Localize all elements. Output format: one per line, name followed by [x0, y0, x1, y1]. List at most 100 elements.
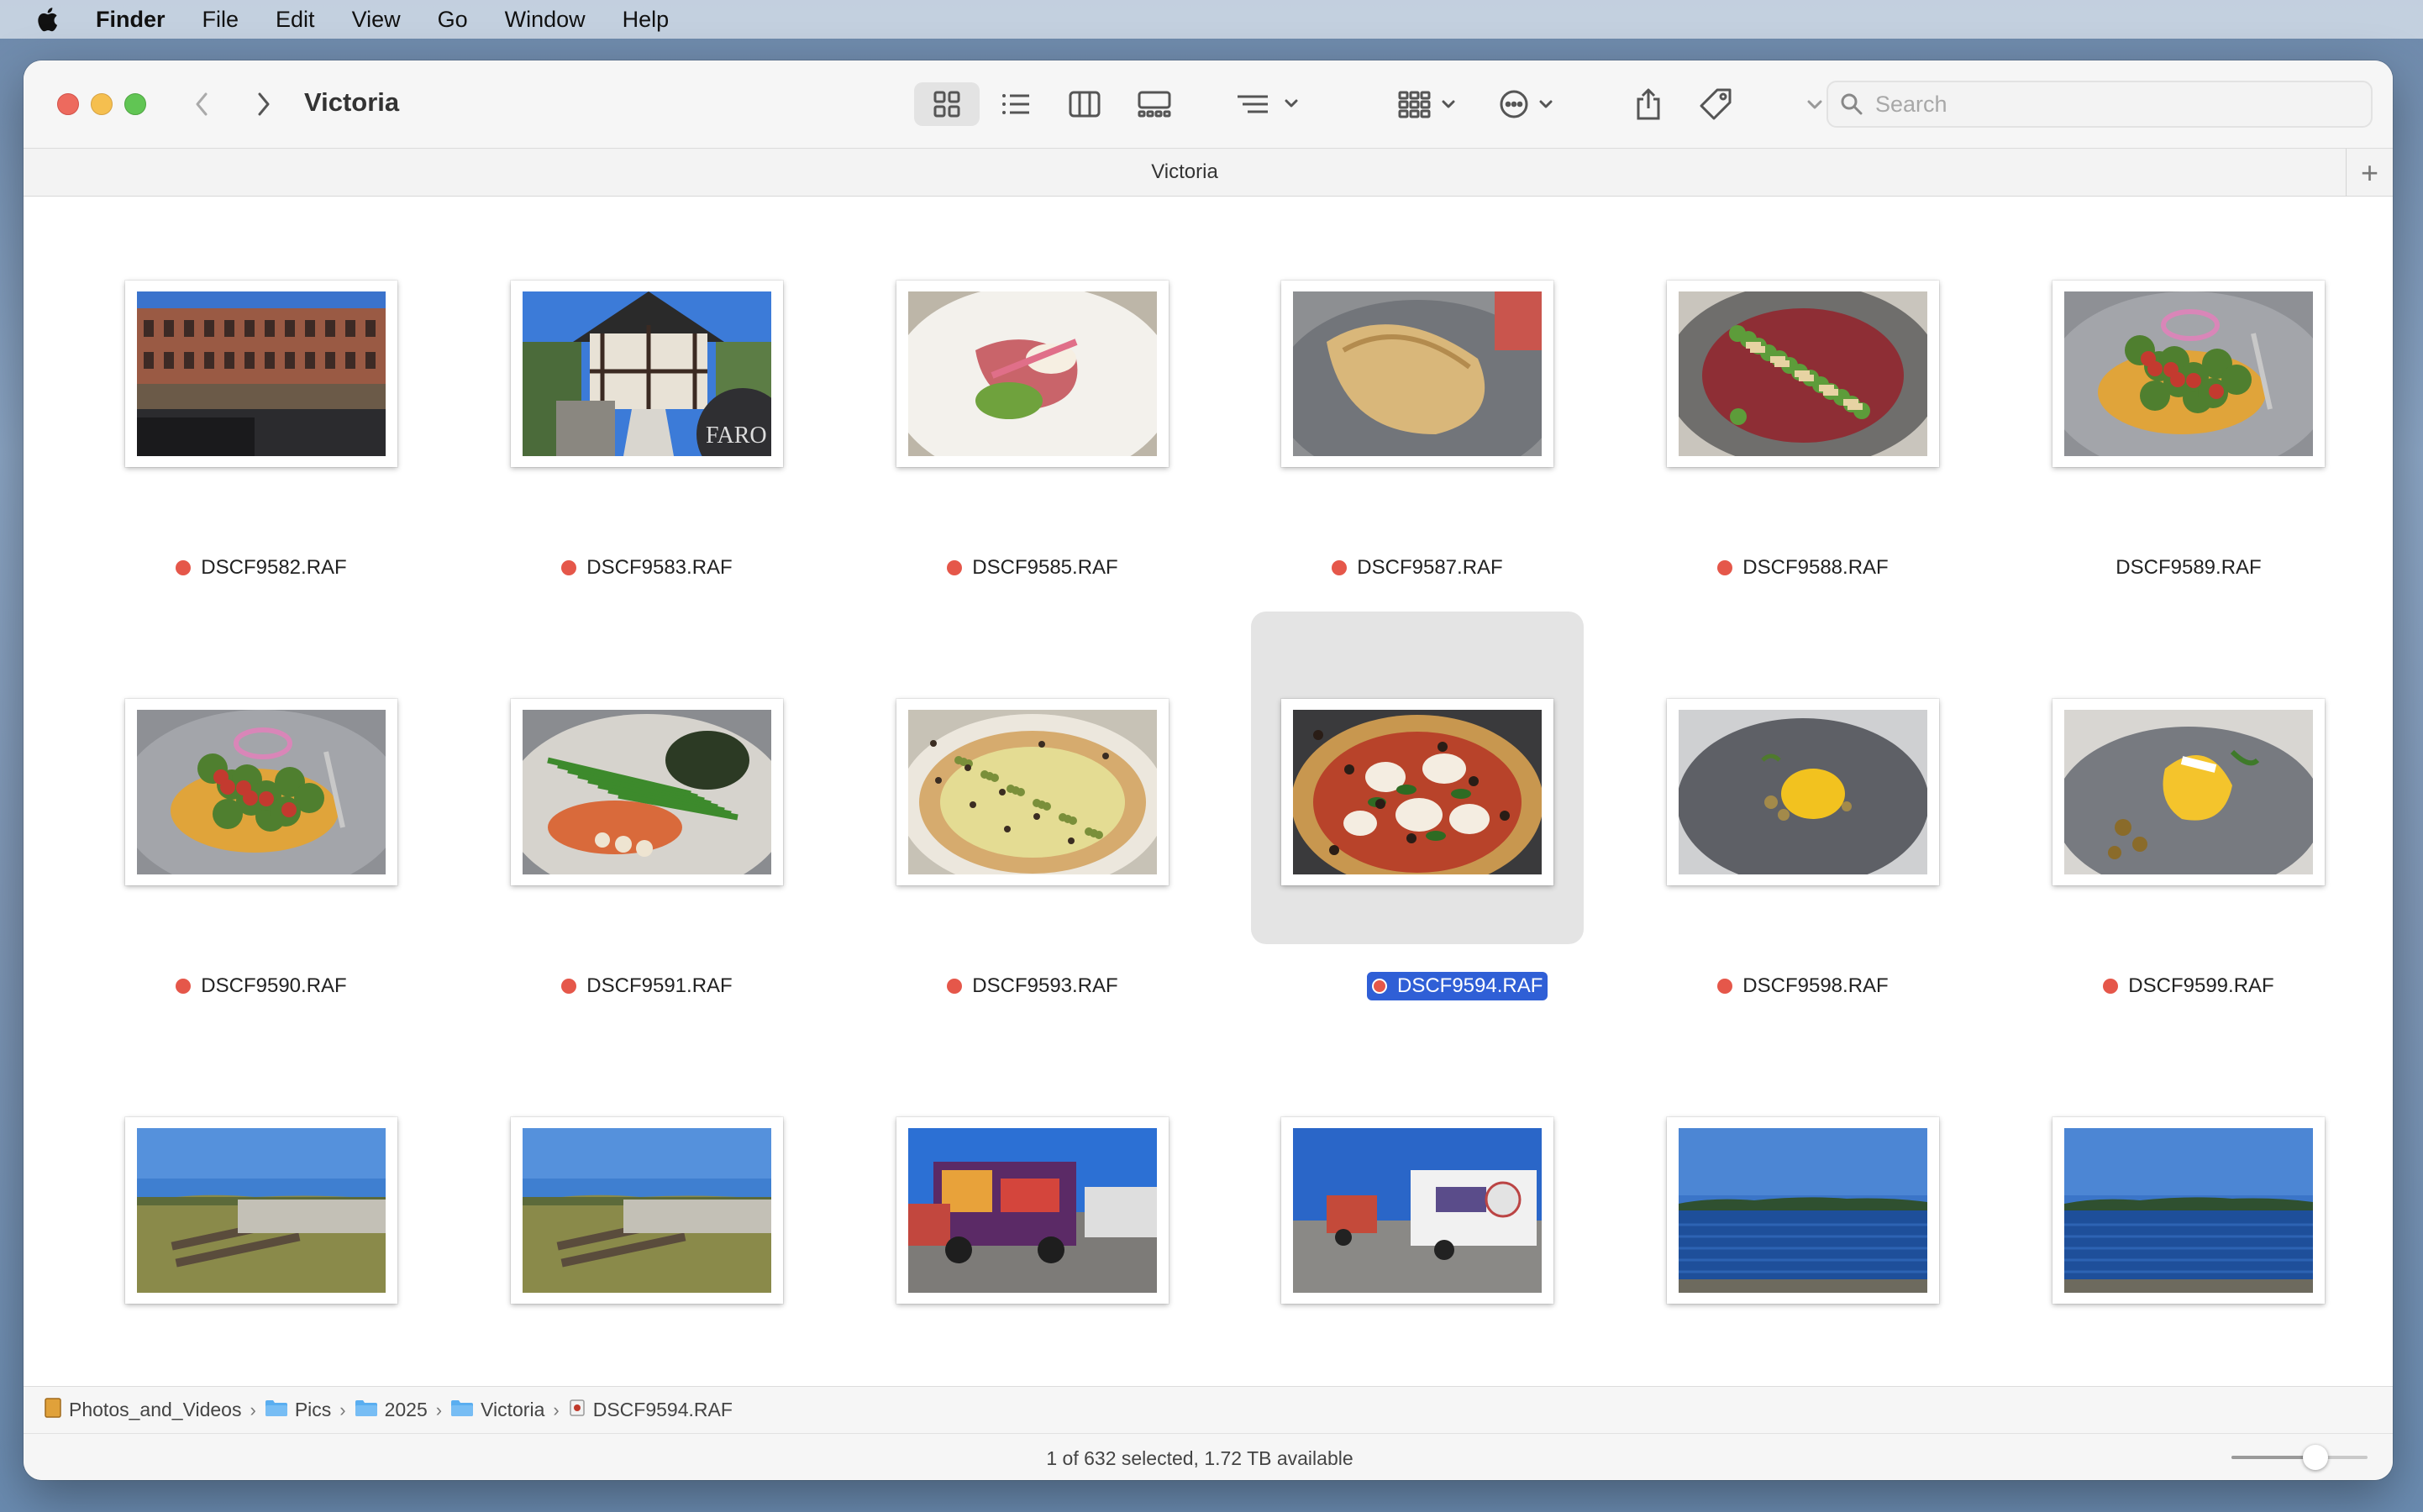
file-thumbnail[interactable]	[1281, 699, 1553, 885]
photo-preview: FARO	[523, 291, 771, 456]
file-thumbnail[interactable]	[511, 699, 783, 885]
breadcrumb-item[interactable]: Victoria	[450, 1399, 544, 1422]
menu-edit[interactable]: Edit	[276, 7, 315, 33]
forward-button[interactable]	[245, 86, 282, 123]
red-tag-icon	[1332, 560, 1348, 575]
file-name-text: DSCF9591.RAF	[586, 974, 733, 997]
minimize-button[interactable]	[91, 93, 113, 115]
group-by-button[interactable]	[1233, 82, 1311, 126]
file-thumbnail[interactable]	[1667, 1117, 1939, 1304]
file-item[interactable]: FARO DSCF9583.RAF	[409, 197, 795, 615]
file-thumbnail[interactable]	[2052, 1117, 2325, 1304]
breadcrumb-label: Victoria	[481, 1399, 545, 1420]
red-tag-icon	[561, 560, 577, 575]
file-item[interactable]: DSCF9585.RAF	[795, 197, 1180, 615]
file-name-text: DSCF9587.RAF	[1357, 556, 1503, 579]
expand-chevron-icon	[1807, 100, 1822, 109]
grid-options-button[interactable]	[1398, 82, 1465, 126]
file-item[interactable]: DSCF9599.RAF	[1951, 615, 2336, 1033]
gallery-view-button[interactable]	[1124, 82, 1185, 126]
drive-icon	[44, 1397, 62, 1424]
file-thumbnail[interactable]	[1667, 281, 1939, 467]
file-thumbnail[interactable]	[2052, 281, 2325, 467]
file-item[interactable]: DSCF9588.RAF	[1565, 197, 1951, 615]
icon-size-slider[interactable]	[2231, 1445, 2368, 1470]
red-tag-icon	[176, 560, 192, 575]
file-item[interactable]: DSCF9594.RAF	[1180, 612, 1584, 1033]
faro-sign: FARO	[706, 423, 767, 449]
photo-preview	[137, 710, 386, 874]
search-field[interactable]	[1826, 81, 2373, 128]
file-thumbnail[interactable]	[125, 281, 397, 467]
tag-button[interactable]	[1690, 82, 1741, 126]
file-thumbnail[interactable]	[125, 1117, 397, 1304]
photo-preview	[908, 291, 1157, 456]
tab-title[interactable]: Victoria	[24, 160, 2346, 184]
file-name-label[interactable]: DSCF9589.RAF	[1951, 554, 2393, 582]
menu-go[interactable]: Go	[438, 7, 468, 33]
file-item[interactable]: DSCF9582.RAF	[24, 197, 409, 615]
file-name-label[interactable]: DSCF9594.RAF	[1367, 972, 1548, 1000]
back-button[interactable]	[183, 86, 220, 123]
file-item[interactable]: DSCF9587.RAF	[1180, 197, 1565, 615]
file-name-text: DSCF9588.RAF	[1742, 556, 1889, 579]
file-item[interactable]: DSCF9591.RAF	[409, 615, 795, 1033]
breadcrumb-item[interactable]: DSCF9594.RAF	[568, 1399, 733, 1422]
icon-view-button[interactable]	[914, 82, 980, 126]
file-name-text: DSCF9582.RAF	[201, 556, 347, 579]
breadcrumb-item[interactable]: Pics	[265, 1399, 331, 1422]
share-button[interactable]	[1623, 82, 1674, 126]
column-view-button[interactable]	[1055, 82, 1114, 126]
column-view-icon	[1069, 91, 1101, 118]
search-input[interactable]	[1875, 91, 2346, 118]
file-grid: DSCF9582.RAF FARO DSCF9583.RAF DSCF9585.R…	[24, 197, 2393, 1446]
apple-menu-icon[interactable]	[34, 5, 59, 34]
file-item[interactable]: DSCF9590.RAF	[24, 615, 409, 1033]
file-thumbnail[interactable]	[896, 699, 1169, 885]
breadcrumb-item[interactable]: Photos_and_Videos	[44, 1397, 241, 1424]
file-item[interactable]: DSCF9593.RAF	[795, 615, 1180, 1033]
file-thumbnail[interactable]: FARO	[511, 281, 783, 467]
file-thumbnail[interactable]	[896, 281, 1169, 467]
file-item[interactable]: DSCF9589.RAF	[1951, 197, 2336, 615]
file-thumbnail[interactable]	[125, 699, 397, 885]
finder-window: Victoria Search Victoria + DSCF9582.RAF …	[24, 60, 2393, 1480]
more-actions-icon	[1500, 90, 1553, 118]
breadcrumb-item[interactable]: 2025	[355, 1399, 428, 1422]
file-name-text: DSCF9585.RAF	[972, 556, 1118, 579]
breadcrumb-label: DSCF9594.RAF	[592, 1399, 733, 1420]
toolbar: Victoria	[24, 60, 2393, 148]
list-view-button[interactable]	[986, 82, 1045, 126]
menu-file[interactable]: File	[202, 7, 239, 33]
breadcrumb-separator: ›	[553, 1399, 560, 1420]
menu-help[interactable]: Help	[623, 7, 670, 33]
photo-preview	[2064, 710, 2313, 874]
close-button[interactable]	[57, 93, 79, 115]
file-thumbnail[interactable]	[896, 1117, 1169, 1304]
file-name-label[interactable]: DSCF9599.RAF	[1951, 972, 2393, 1000]
status-text: 1 of 632 selected, 1.72 TB available	[1046, 1447, 1353, 1469]
path-bar: Photos_and_Videos › Pics › 2025 › Victoria › DSC…	[24, 1386, 2393, 1433]
file-thumbnail[interactable]	[1667, 699, 1939, 885]
file-thumbnail[interactable]	[511, 1117, 783, 1304]
file-thumbnail[interactable]	[1281, 1117, 1553, 1304]
red-tag-icon	[1717, 560, 1733, 575]
file-thumbnail[interactable]	[2052, 699, 2325, 885]
breadcrumb-label: Pics	[294, 1399, 332, 1420]
photo-preview	[137, 1128, 386, 1293]
menu-window[interactable]: Window	[505, 7, 586, 33]
menu-view[interactable]: View	[352, 7, 401, 33]
tab-bar: Victoria +	[24, 148, 2393, 197]
share-icon	[1637, 88, 1660, 120]
zoom-button[interactable]	[124, 93, 146, 115]
gallery-view-icon	[1138, 91, 1171, 118]
file-item[interactable]: DSCF9598.RAF	[1565, 615, 1951, 1033]
photo-preview	[2064, 291, 2313, 456]
file-thumbnail[interactable]	[1281, 281, 1553, 467]
more-actions-button[interactable]	[1499, 82, 1566, 126]
photo-preview	[908, 710, 1157, 874]
new-tab-button[interactable]: +	[2346, 149, 2393, 197]
menu-finder[interactable]: Finder	[96, 7, 166, 33]
list-view-icon	[1002, 94, 1029, 114]
photo-preview	[908, 1128, 1157, 1293]
